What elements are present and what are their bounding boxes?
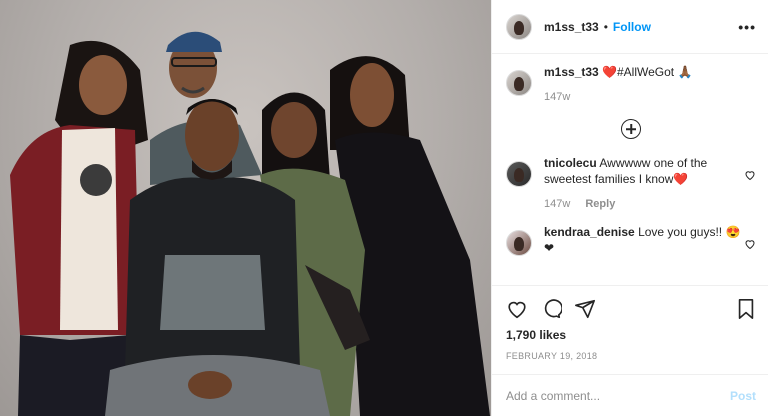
- likes-count[interactable]: 1,790 likes: [506, 328, 756, 342]
- comment-age[interactable]: 147w: [544, 198, 570, 210]
- comment-input[interactable]: [506, 388, 730, 403]
- caption-body: m1ss_t33 ❤️#AllWeGot 🙏🏾 147w: [544, 64, 756, 105]
- post-button[interactable]: Post: [730, 389, 756, 403]
- heart-icon[interactable]: [744, 238, 756, 250]
- instagram-post: m1ss_t33 • Follow ••• m1ss_t33 ❤️#AllWeG…: [0, 0, 768, 416]
- reply-button[interactable]: Reply: [585, 198, 615, 210]
- comment-icon[interactable]: [540, 298, 562, 320]
- more-options-button[interactable]: •••: [738, 19, 756, 35]
- add-comment-bar: Post: [492, 374, 768, 416]
- post-date[interactable]: February 19, 2018: [506, 351, 756, 361]
- avatar[interactable]: [506, 70, 532, 96]
- load-more-comments[interactable]: [506, 119, 756, 139]
- comment-row: tnicolecu Awwwww one of the sweetest fam…: [506, 155, 756, 212]
- caption-username[interactable]: m1ss_t33: [544, 65, 599, 79]
- caption: m1ss_t33 ❤️#AllWeGot 🙏🏾 147w: [506, 64, 756, 105]
- post-photo[interactable]: [0, 0, 491, 416]
- family-photo-illustration: [10, 31, 490, 416]
- caption-age[interactable]: 147w: [544, 91, 570, 103]
- comment-username[interactable]: tnicolecu: [544, 156, 597, 170]
- header-username[interactable]: m1ss_t33: [544, 20, 599, 34]
- avatar[interactable]: [506, 161, 532, 187]
- action-icons: [506, 294, 756, 324]
- heart-icon[interactable]: [506, 298, 528, 320]
- comment-body: kendraa_denise Love you guys!! 😍❤: [544, 224, 744, 256]
- action-bar: 1,790 likes February 19, 2018: [492, 285, 768, 361]
- follow-button[interactable]: Follow: [613, 20, 651, 34]
- comment-body: tnicolecu Awwwww one of the sweetest fam…: [544, 155, 744, 212]
- comment-row: kendraa_denise Love you guys!! 😍❤: [506, 224, 756, 256]
- avatar[interactable]: [506, 13, 532, 40]
- post-sidebar: m1ss_t33 • Follow ••• m1ss_t33 ❤️#AllWeG…: [491, 0, 768, 416]
- heart-icon[interactable]: [744, 169, 756, 181]
- share-icon[interactable]: [574, 298, 596, 320]
- comment-username[interactable]: kendraa_denise: [544, 225, 635, 239]
- avatar[interactable]: [506, 230, 532, 256]
- header-separator: •: [603, 19, 608, 34]
- bookmark-icon[interactable]: [736, 298, 756, 320]
- caption-text: ❤️#AllWeGot 🙏🏾: [602, 65, 693, 79]
- plus-circle-icon[interactable]: [621, 119, 641, 139]
- comments-section: m1ss_t33 ❤️#AllWeGot 🙏🏾 147w tnicolecu A…: [492, 54, 768, 285]
- post-header: m1ss_t33 • Follow •••: [492, 0, 768, 54]
